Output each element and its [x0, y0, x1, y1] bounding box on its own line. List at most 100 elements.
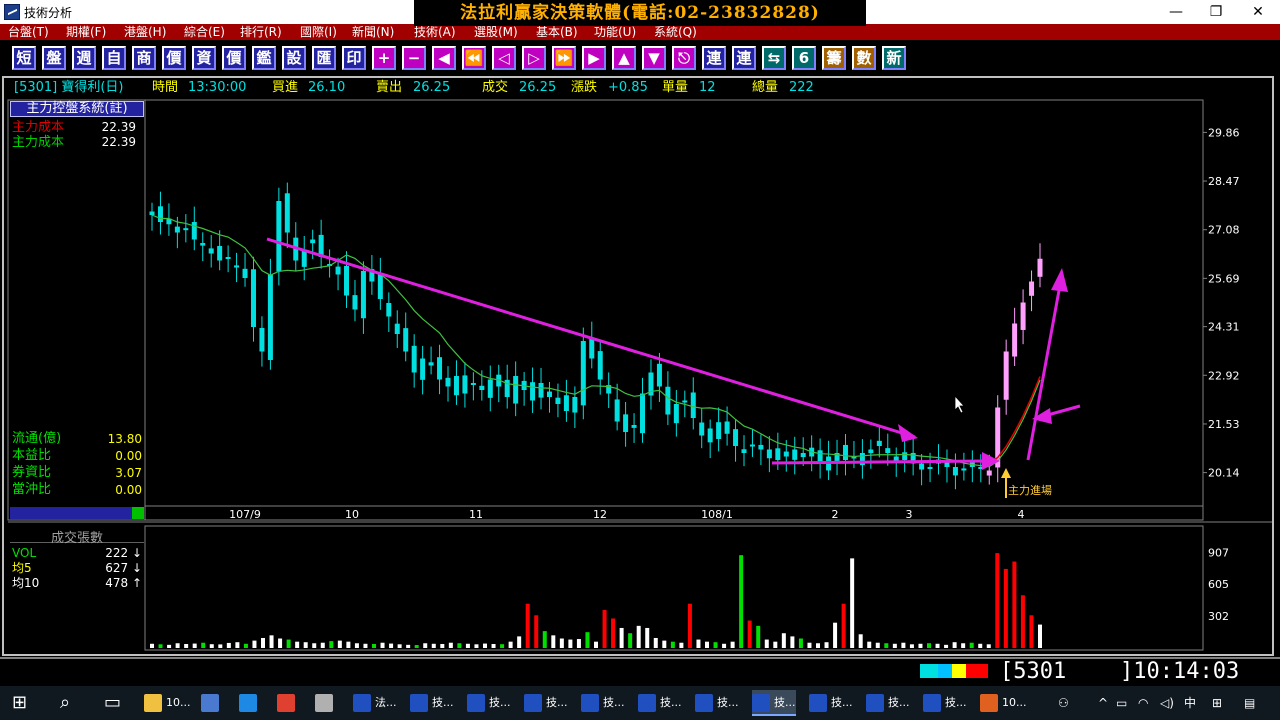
- tray-chevron-icon[interactable]: ^: [1098, 686, 1108, 720]
- scroll-indicator[interactable]: [10, 507, 144, 519]
- candle-body: [758, 444, 764, 450]
- taskbar-app[interactable]: [239, 690, 261, 716]
- indicator-value: 22.39: [101, 135, 136, 149]
- volume-bar: [722, 643, 727, 648]
- taskbar-app[interactable]: 技...: [524, 690, 568, 716]
- volume-bar: [551, 635, 556, 648]
- taskbar-app[interactable]: 技...: [410, 690, 454, 716]
- status-stock-code: [5301: [1000, 659, 1067, 684]
- indicator-title[interactable]: 主力控盤系統(註): [10, 101, 144, 117]
- taskbar-app[interactable]: [201, 690, 223, 716]
- people-icon[interactable]: ⚇: [1058, 686, 1069, 720]
- taskbar-app[interactable]: 技...: [866, 690, 910, 716]
- search-icon[interactable]: ⌕: [60, 690, 70, 716]
- candle-body: [301, 250, 307, 267]
- price-tick-label: 27.08: [1208, 224, 1240, 237]
- volume-bar: [790, 636, 795, 648]
- notification-icon[interactable]: ▤: [1244, 686, 1255, 720]
- candle-body: [699, 422, 705, 436]
- stat-value: 13.80: [107, 432, 142, 446]
- price-tick-label: 21.53: [1208, 418, 1240, 431]
- price-volume-chart[interactable]: 29.86 28.47 27.08 25.69 24.31 22.92 21.53 20.14…: [0, 0, 1280, 720]
- taskbar-app[interactable]: 技...: [923, 690, 967, 716]
- volume-bar: [628, 633, 633, 648]
- volume-bar: [730, 641, 735, 648]
- volume-bar: [687, 603, 692, 648]
- volume-bar: [209, 644, 214, 648]
- app-icon: [752, 694, 770, 712]
- taskbar-app[interactable]: 技...: [638, 690, 682, 716]
- volume-bar: [1029, 615, 1034, 648]
- volume-panel-border: [144, 525, 1204, 651]
- candle-body: [174, 226, 180, 233]
- volume-bar: [372, 643, 376, 648]
- candle-body: [242, 268, 248, 278]
- wifi-icon[interactable]: ◠: [1138, 686, 1148, 720]
- price-tick-label: 20.14: [1208, 467, 1240, 480]
- candle-body: [352, 295, 358, 310]
- app-icon: [277, 694, 295, 712]
- candle-body: [919, 463, 925, 470]
- candle-body: [868, 449, 874, 454]
- volume-bar: [653, 637, 658, 648]
- time-tick-label: 107/9: [229, 508, 261, 521]
- candle-body: [546, 391, 552, 397]
- stat-value: 3.07: [115, 466, 142, 480]
- volume-bar: [764, 639, 769, 648]
- candle-body: [876, 440, 882, 446]
- taskbar-app[interactable]: [315, 690, 337, 716]
- indicator-value: 22.39: [101, 120, 136, 134]
- taskbar-app-label: 法...: [375, 696, 397, 709]
- volume-bar: [465, 643, 470, 648]
- volume-stat-label: 均10: [12, 576, 40, 590]
- volume-bar: [278, 638, 283, 648]
- taskbar-app[interactable]: 法...: [353, 690, 397, 716]
- taskbar-app[interactable]: 10...: [144, 690, 191, 716]
- stat-label: 券資比: [12, 465, 52, 480]
- scroll-thumb[interactable]: [132, 507, 144, 519]
- volume-bar: [773, 641, 778, 648]
- volume-bar: [679, 642, 684, 648]
- taskbar-app-label: 技...: [603, 696, 625, 709]
- taskbar-app[interactable]: 技...: [809, 690, 853, 716]
- app-icon: [866, 694, 884, 712]
- taskbar-app[interactable]: 10...: [980, 690, 1027, 716]
- battery-icon[interactable]: ▭: [1116, 686, 1127, 720]
- stat-label: 本益比: [12, 448, 52, 463]
- taskbar-app[interactable]: 技...: [752, 690, 796, 716]
- volume-bar: [576, 639, 581, 648]
- volume-bar: [619, 627, 624, 648]
- candle-body: [208, 248, 214, 254]
- volume-icon[interactable]: ◁): [1160, 686, 1174, 720]
- task-view-icon[interactable]: ▭: [104, 690, 121, 716]
- taskbar-app-label: 10...: [1002, 696, 1027, 709]
- volume-bar: [636, 625, 641, 648]
- volume-bar: [568, 639, 573, 648]
- app-icon: [467, 694, 485, 712]
- volume-bar: [611, 618, 616, 648]
- taskbar-app-label: 技...: [945, 696, 967, 709]
- entry-marker-head: [1001, 468, 1011, 478]
- candle-body: [284, 193, 290, 233]
- volume-bar: [243, 643, 248, 648]
- candle-body: [842, 444, 848, 460]
- volume-bar: [431, 643, 436, 648]
- app-icon: [353, 694, 371, 712]
- candle-body: [411, 345, 417, 373]
- taskbar-app-label: 技...: [660, 696, 682, 709]
- candle-body: [656, 363, 662, 387]
- breakout-arrowhead: [1051, 268, 1068, 292]
- taskbar-app[interactable]: 技...: [467, 690, 511, 716]
- volume-bar: [918, 643, 923, 648]
- start-icon[interactable]: ⊞: [12, 690, 27, 716]
- keyboard-icon[interactable]: ⊞: [1212, 686, 1222, 720]
- taskbar-app[interactable]: [277, 690, 299, 716]
- taskbar-app[interactable]: 技...: [581, 690, 625, 716]
- candle-body: [335, 266, 341, 275]
- taskbar-app[interactable]: 技...: [695, 690, 739, 716]
- volume-bar: [380, 642, 385, 648]
- ime-icon[interactable]: 中: [1184, 686, 1196, 720]
- volume-stat-value: 222 ↓: [105, 546, 142, 560]
- volume-stat-row: 均5 627 ↓: [12, 561, 144, 576]
- app-icon: [638, 694, 656, 712]
